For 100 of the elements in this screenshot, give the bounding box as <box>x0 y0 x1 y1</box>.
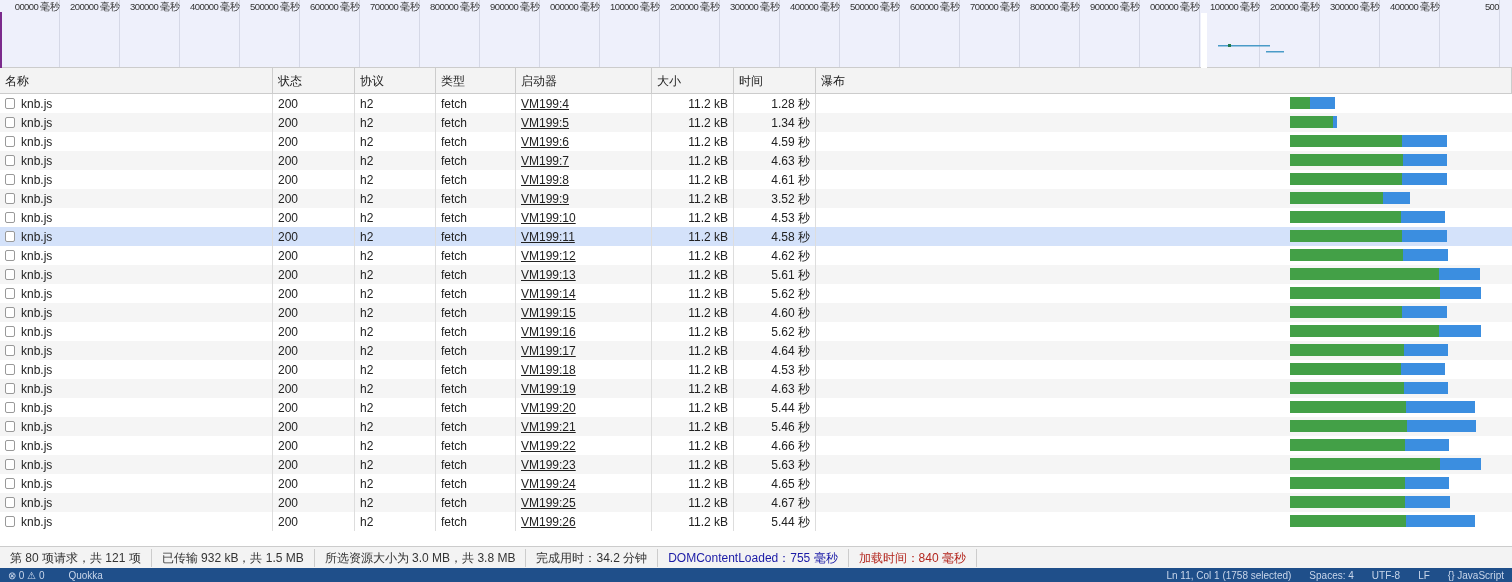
checkbox[interactable] <box>5 136 15 147</box>
time-value: 5.63 秒 <box>771 457 810 472</box>
checkbox[interactable] <box>5 402 15 413</box>
checkbox[interactable] <box>5 459 15 470</box>
column-header[interactable]: 状态 <box>278 71 302 90</box>
initiator-link[interactable]: VM199:13 <box>521 267 576 282</box>
status-code: 200 <box>278 381 299 396</box>
file-name: knb.js <box>21 343 53 358</box>
column-header[interactable]: 大小 <box>657 71 681 90</box>
checkbox[interactable] <box>5 345 15 356</box>
request-row[interactable]: knb.js 200 h2 fetch VM199:13 11.2 kB 5.61 秒 <box>0 265 1512 284</box>
initiator-link[interactable]: VM199:17 <box>521 343 576 358</box>
request-row[interactable]: knb.js 200 h2 fetch VM199:17 11.2 kB 4.64 秒 <box>0 341 1512 360</box>
protocol: h2 <box>360 343 374 358</box>
checkbox[interactable] <box>5 98 15 109</box>
checkbox[interactable] <box>5 250 15 261</box>
size-value: 11.2 kB <box>688 419 728 434</box>
initiator-link[interactable]: VM199:24 <box>521 476 576 491</box>
initiator-link[interactable]: VM199:26 <box>521 514 576 529</box>
request-row[interactable]: knb.js 200 h2 fetch VM199:19 11.2 kB 4.63 秒 <box>0 379 1512 398</box>
request-row[interactable]: knb.js 200 h2 fetch VM199:5 11.2 kB 1.34 秒 <box>0 113 1512 132</box>
initiator-link[interactable]: VM199:12 <box>521 248 576 263</box>
summary-text: 加载时间：840 毫秒 <box>848 548 977 567</box>
time-tick-label: 400000 毫秒 <box>190 0 239 13</box>
initiator-link[interactable]: VM199:22 <box>521 438 576 453</box>
initiator-link[interactable]: VM199:9 <box>521 191 570 206</box>
checkbox[interactable] <box>5 231 15 242</box>
initiator-link[interactable]: VM199:14 <box>521 286 576 301</box>
checkbox[interactable] <box>5 326 15 337</box>
time-value: 4.66 秒 <box>771 438 810 453</box>
column-header[interactable]: 名称 <box>5 71 29 90</box>
protocol: h2 <box>360 267 374 282</box>
size-value: 11.2 kB <box>688 476 728 491</box>
checkbox[interactable] <box>5 383 15 394</box>
request-row[interactable]: knb.js 200 h2 fetch VM199:11 11.2 kB 4.58 秒 <box>0 227 1512 246</box>
problems-indicator[interactable]: ⊗ 0 ⚠ 0 <box>8 567 45 582</box>
status-item[interactable]: Quokka <box>68 567 103 582</box>
request-type: fetch <box>441 134 467 149</box>
size-value: 11.2 kB <box>688 343 728 358</box>
request-row[interactable]: knb.js 200 h2 fetch VM199:7 11.2 kB 4.63 秒 <box>0 151 1512 170</box>
initiator-link[interactable]: VM199:7 <box>521 153 570 168</box>
time-tick-label: 500000 毫秒 <box>850 0 899 13</box>
initiator-link[interactable]: VM199:16 <box>521 324 576 339</box>
checkbox[interactable] <box>5 212 15 223</box>
checkbox[interactable] <box>5 497 15 508</box>
initiator-link[interactable]: VM199:5 <box>521 115 570 130</box>
checkbox[interactable] <box>5 364 15 375</box>
time-tick-label: 000000 毫秒 <box>1150 0 1199 13</box>
protocol: h2 <box>360 476 374 491</box>
request-row[interactable]: knb.js 200 h2 fetch VM199:25 11.2 kB 4.67 秒 <box>0 493 1512 512</box>
checkbox[interactable] <box>5 516 15 527</box>
status-item[interactable]: LF <box>1418 567 1430 582</box>
request-row[interactable]: knb.js 200 h2 fetch VM199:21 11.2 kB 5.46 秒 <box>0 417 1512 436</box>
size-value: 11.2 kB <box>688 305 728 320</box>
initiator-link[interactable]: VM199:10 <box>521 210 576 225</box>
checkbox[interactable] <box>5 288 15 299</box>
file-name: knb.js <box>21 305 53 320</box>
checkbox[interactable] <box>5 440 15 451</box>
status-item[interactable]: {} JavaScript <box>1447 567 1504 582</box>
status-item[interactable]: Ln 11, Col 1 (1758 selected) <box>1166 567 1292 582</box>
request-row[interactable]: knb.js 200 h2 fetch VM199:23 11.2 kB 5.63 秒 <box>0 455 1512 474</box>
initiator-link[interactable]: VM199:19 <box>521 381 576 396</box>
request-row[interactable]: knb.js 200 h2 fetch VM199:15 11.2 kB 4.60 秒 <box>0 303 1512 322</box>
checkbox[interactable] <box>5 117 15 128</box>
request-type: fetch <box>441 115 467 130</box>
initiator-link[interactable]: VM199:6 <box>521 134 570 149</box>
file-name: knb.js <box>21 134 53 149</box>
column-header[interactable]: 协议 <box>360 71 384 90</box>
checkbox[interactable] <box>5 193 15 204</box>
initiator-link[interactable]: VM199:11 <box>521 229 575 244</box>
status-item[interactable]: UTF-8 <box>1371 567 1401 582</box>
initiator-link[interactable]: VM199:18 <box>521 362 576 377</box>
time-tick-label: 600000 毫秒 <box>310 0 359 13</box>
initiator-link[interactable]: VM199:4 <box>521 96 570 111</box>
checkbox[interactable] <box>5 155 15 166</box>
column-header[interactable]: 时间 <box>739 71 763 90</box>
status-code: 200 <box>278 229 299 244</box>
column-header[interactable]: 启动器 <box>521 71 557 90</box>
request-row[interactable]: knb.js 200 h2 fetch VM199:9 11.2 kB 3.52 秒 <box>0 189 1512 208</box>
file-name: knb.js <box>21 362 53 377</box>
status-item[interactable]: Spaces: 4 <box>1309 567 1354 582</box>
checkbox[interactable] <box>5 307 15 318</box>
initiator-link[interactable]: VM199:23 <box>521 457 576 472</box>
column-header[interactable]: 瀑布 <box>821 71 845 90</box>
time-value: 4.62 秒 <box>771 248 810 263</box>
initiator-link[interactable]: VM199:15 <box>521 305 576 320</box>
initiator-link[interactable]: VM199:25 <box>521 495 576 510</box>
request-type: fetch <box>441 476 467 491</box>
checkbox[interactable] <box>5 174 15 185</box>
checkbox[interactable] <box>5 478 15 489</box>
checkbox[interactable] <box>5 421 15 432</box>
size-value: 11.2 kB <box>688 229 728 244</box>
column-header[interactable]: 类型 <box>441 71 465 90</box>
status-code: 200 <box>278 134 299 149</box>
file-name: knb.js <box>21 400 53 415</box>
initiator-link[interactable]: VM199:8 <box>521 172 570 187</box>
checkbox[interactable] <box>5 269 15 280</box>
initiator-link[interactable]: VM199:21 <box>521 419 576 434</box>
initiator-link[interactable]: VM199:20 <box>521 400 576 415</box>
overview-timeline[interactable] <box>0 0 1512 68</box>
